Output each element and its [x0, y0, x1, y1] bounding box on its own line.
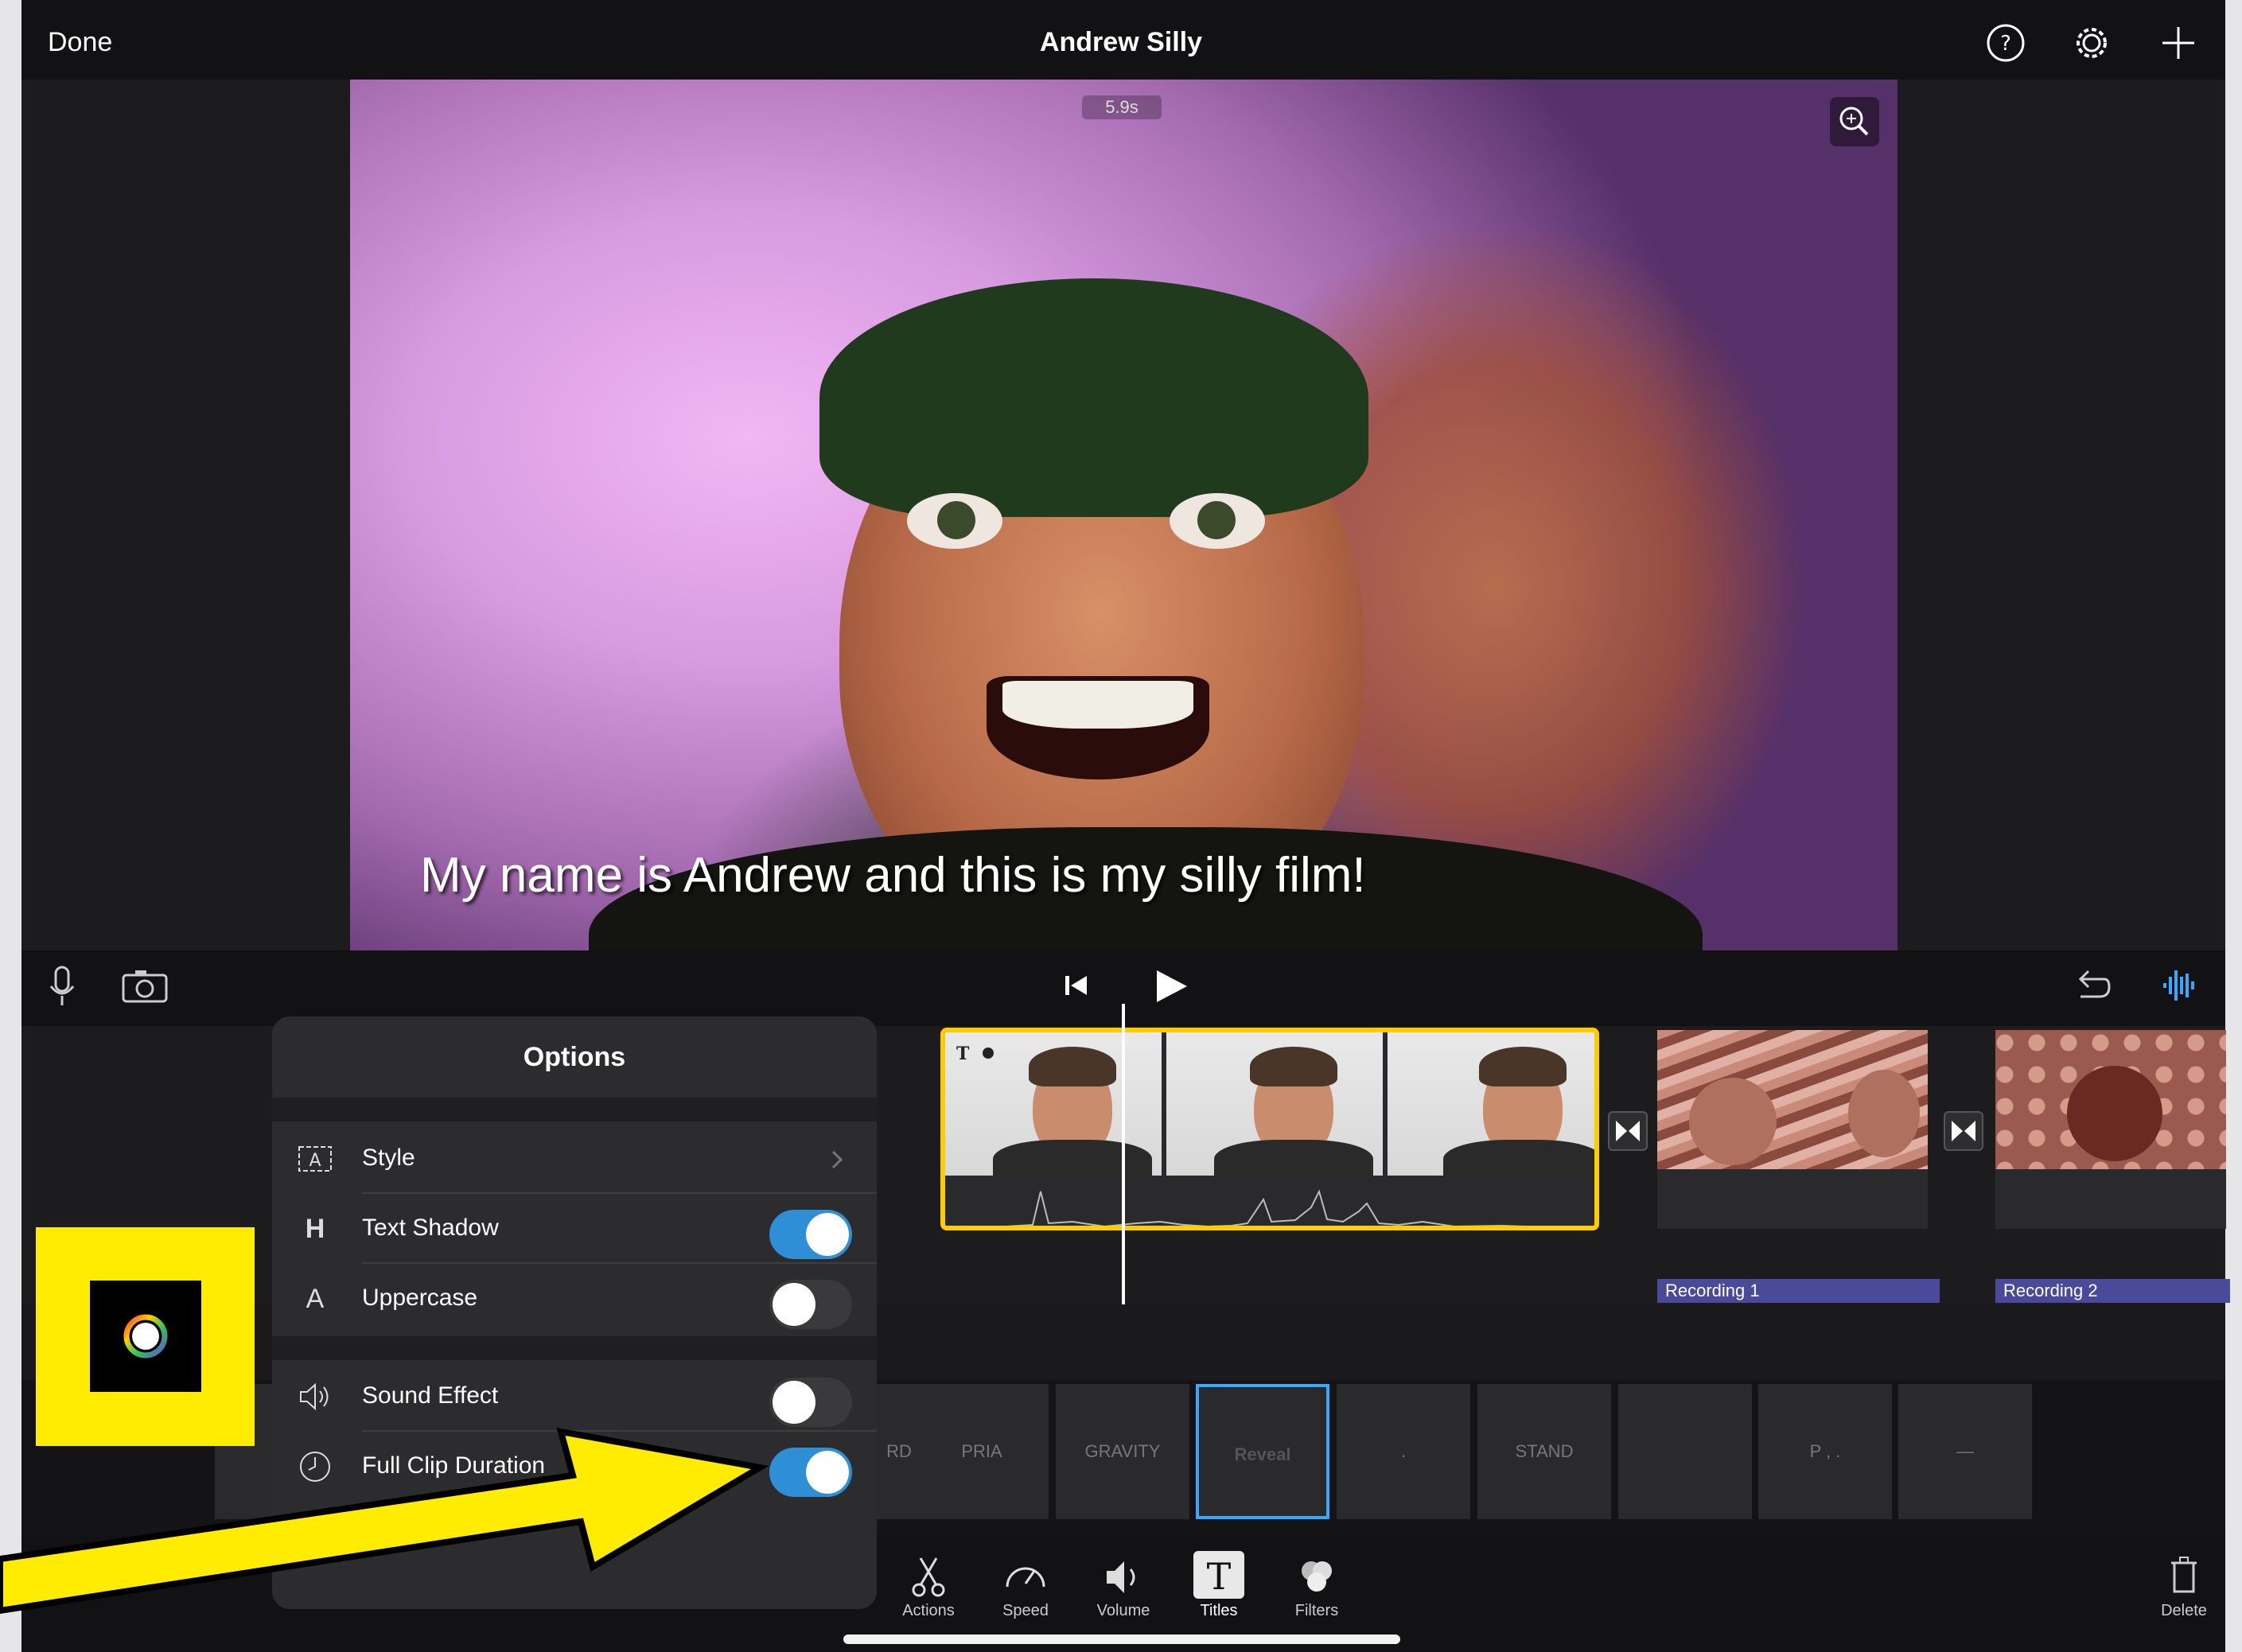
playhead-line[interactable] — [1122, 1004, 1125, 1306]
left-pupil — [937, 501, 975, 539]
trash-icon[interactable] — [2168, 1555, 2200, 1595]
text-shadow-label: Text Shadow — [362, 1215, 499, 1241]
titles-icon[interactable]: T — [1193, 1551, 1244, 1599]
recording-track[interactable]: Recording 2 — [1995, 1279, 2230, 1303]
title-style-item[interactable]: STAND — [1477, 1384, 1611, 1519]
transition-icon[interactable] — [1608, 1111, 1648, 1151]
skip-back-icon[interactable] — [1063, 972, 1090, 999]
recording-track[interactable]: Recording 1 — [1657, 1279, 1940, 1303]
text-shadow-row: H Text Shadow — [272, 1194, 877, 1264]
playhead-marker-icon — [1101, 953, 1141, 972]
camera-icon[interactable] — [121, 969, 169, 1004]
title-style-item[interactable]: — — [1898, 1384, 2032, 1519]
undo-icon[interactable] — [2073, 966, 2112, 1005]
text-shadow-icon: H — [305, 1214, 325, 1244]
help-icon[interactable]: ? — [1985, 22, 2026, 64]
microphone-icon[interactable] — [46, 964, 78, 1009]
clip-thumbnail — [1388, 1032, 1594, 1176]
selected-video-clip[interactable]: T — [940, 1028, 1599, 1230]
style-icon: A — [296, 1140, 334, 1178]
speaker-icon[interactable] — [1096, 1555, 1151, 1600]
svg-text:T: T — [1207, 1555, 1232, 1598]
uppercase-row: A Uppercase — [272, 1264, 877, 1334]
title-badge-icon: T — [956, 1044, 994, 1064]
distorted-face — [1689, 1078, 1777, 1165]
popover-divider — [272, 1098, 877, 1121]
svg-text:A: A — [309, 1151, 321, 1171]
title-style-item[interactable]: PRIA — [915, 1384, 1049, 1519]
video-clip[interactable] — [1657, 1030, 1928, 1229]
right-pupil — [1197, 501, 1236, 539]
tool-label: Volume — [1096, 1602, 1150, 1619]
sound-effect-icon — [296, 1378, 334, 1416]
svg-text:?: ? — [2000, 32, 2011, 56]
uppercase-label: Uppercase — [362, 1285, 478, 1311]
uppercase-icon: A — [306, 1284, 325, 1314]
scissors-icon[interactable] — [901, 1555, 956, 1600]
tool-label: Filters — [1294, 1602, 1339, 1619]
color-picker-icon[interactable] — [119, 1310, 172, 1362]
video-clip[interactable] — [1995, 1030, 2226, 1229]
audio-waveform — [1006, 1189, 1527, 1226]
full-clip-duration-toggle[interactable] — [769, 1448, 852, 1497]
svg-text:T: T — [956, 1044, 970, 1064]
annotation-arrow-icon — [0, 1427, 769, 1615]
clip-thumbnail — [1166, 1032, 1383, 1176]
tool-label: Speed — [1002, 1602, 1049, 1619]
settings-gear-icon[interactable] — [2071, 22, 2112, 64]
delete-label: Delete — [2161, 1602, 2207, 1619]
style-row[interactable]: A Style — [272, 1124, 877, 1194]
title-style-item-selected[interactable]: Reveal — [1196, 1384, 1329, 1519]
project-title: Andrew Silly — [1039, 27, 1203, 57]
uppercase-toggle[interactable] — [769, 1280, 852, 1329]
audio-waveform-icon[interactable] — [2160, 966, 2200, 1005]
subtitle-text: My name is Andrew and this is my silly f… — [420, 848, 1366, 903]
timecode-label: 5.9s — [1082, 95, 1162, 119]
video-preview[interactable] — [350, 80, 1898, 950]
popover-divider — [272, 1336, 877, 1360]
zoom-icon[interactable] — [1830, 97, 1879, 146]
speedometer-icon[interactable] — [998, 1555, 1053, 1600]
sound-effect-label: Sound Effect — [362, 1382, 499, 1409]
style-label: Style — [362, 1145, 415, 1171]
tool-label: Actions — [902, 1602, 955, 1619]
text-shadow-toggle[interactable] — [769, 1210, 852, 1259]
add-icon[interactable] — [2158, 22, 2199, 64]
popover-title: Options — [523, 1042, 626, 1072]
title-style-item[interactable]: . — [1337, 1384, 1470, 1519]
teeth-shape — [1002, 681, 1193, 729]
distorted-face — [1848, 1070, 1920, 1157]
sound-effect-toggle[interactable] — [769, 1378, 852, 1427]
title-style-item[interactable]: P , . — [1758, 1384, 1892, 1519]
hair-shape — [819, 278, 1368, 517]
distorted-face — [2067, 1066, 2162, 1161]
transition-icon[interactable] — [1944, 1111, 1983, 1151]
home-indicator — [843, 1635, 1400, 1644]
filters-icon[interactable] — [1289, 1555, 1345, 1600]
title-style-item[interactable] — [1618, 1384, 1752, 1519]
play-icon[interactable] — [1152, 967, 1190, 1005]
chevron-right-icon — [831, 1150, 843, 1169]
tool-label: Titles — [1200, 1602, 1238, 1619]
title-style-item[interactable]: GRAVITY — [1056, 1384, 1189, 1519]
